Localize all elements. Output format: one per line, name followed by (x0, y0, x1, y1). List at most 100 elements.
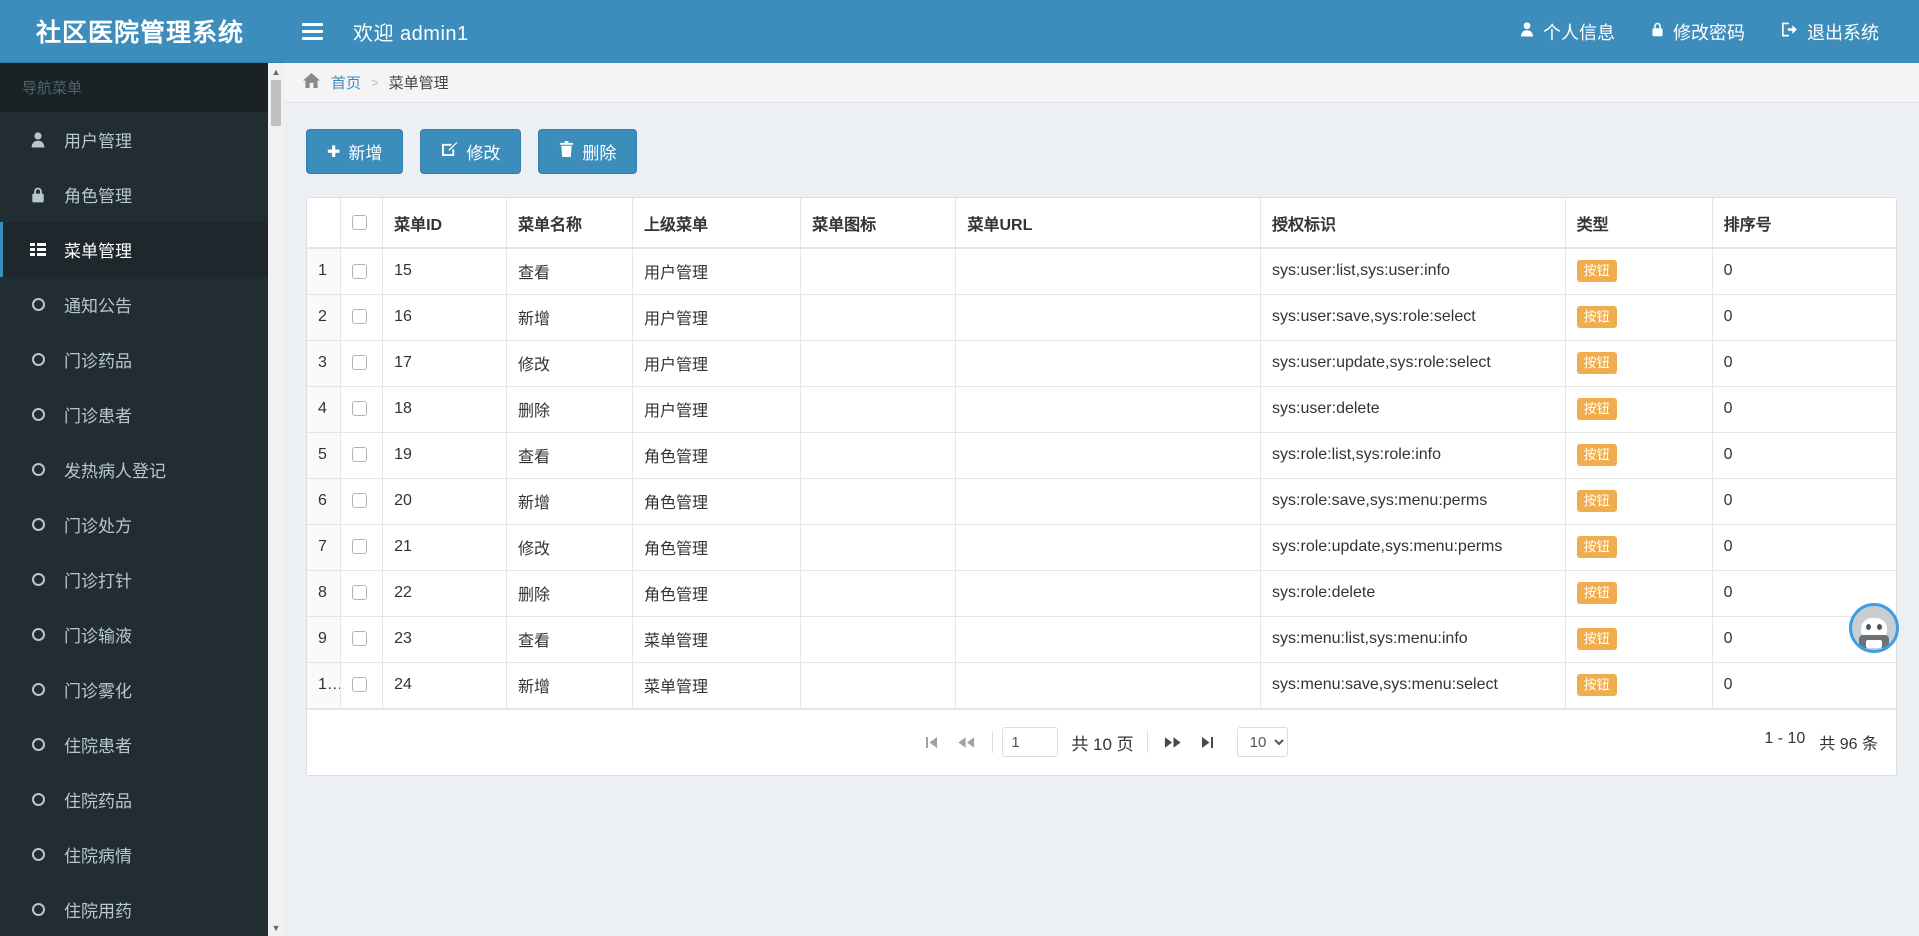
breadcrumb-home-link[interactable]: 首页 (331, 72, 361, 93)
cell-menu-id: 18 (382, 386, 508, 433)
table-row[interactable]: 9 23 查看 菜单管理 sys:menu:list,sys:menu:info 按钮 0 (307, 616, 1896, 663)
cell-menu-url (955, 478, 1262, 525)
sidebar-item-14[interactable]: 住院用药 (0, 882, 284, 936)
column-header-type[interactable]: 类型 (1565, 198, 1713, 249)
circle-icon (25, 793, 51, 806)
circle-icon (25, 903, 51, 916)
circle-icon (25, 408, 51, 421)
column-header-parent[interactable]: 上级菜单 (632, 198, 802, 249)
sidebar-item-6[interactable]: 发热病人登记 (0, 442, 284, 497)
row-number-cell: 10 (307, 662, 342, 709)
column-header-menu-icon[interactable]: 菜单图标 (800, 198, 957, 249)
table-row[interactable]: 8 22 删除 角色管理 sys:role:delete 按钮 0 (307, 570, 1896, 617)
scroll-down-icon[interactable]: ▼ (268, 919, 284, 936)
row-checkbox[interactable] (352, 263, 368, 279)
edit-button[interactable]: 修改 (420, 129, 522, 174)
sidebar-item-2[interactable]: 菜单管理 (0, 222, 284, 277)
circle-icon (25, 518, 51, 531)
cell-sort: 0 (1712, 432, 1896, 479)
table-row[interactable]: 3 17 修改 用户管理 sys:user:update,sys:role:select… (307, 340, 1896, 387)
add-button[interactable]: ✚ 新增 (306, 129, 404, 174)
cell-sort: 0 (1712, 524, 1896, 571)
scroll-up-icon[interactable]: ▲ (268, 63, 284, 80)
last-page-icon[interactable] (1191, 725, 1225, 759)
row-number-cell: 4 (307, 386, 342, 433)
sidebar-item-7[interactable]: 门诊处方 (0, 497, 284, 552)
sidebar-item-12[interactable]: 住院药品 (0, 772, 284, 827)
sidebar-item-3[interactable]: 通知公告 (0, 277, 284, 332)
total-pages-label: 共 10 页 (1071, 734, 1134, 754)
circle-icon (25, 738, 51, 751)
cell-parent-menu: 角色管理 (632, 478, 802, 525)
table-row[interactable]: 1 15 查看 用户管理 sys:user:list,sys:user:info 按钮 0 (307, 248, 1896, 295)
column-header-sort[interactable]: 排序号 (1712, 198, 1896, 249)
sidebar-item-label: 门诊打针 (64, 572, 132, 591)
cell-menu-icon (800, 248, 957, 295)
header-link-2[interactable]: 退出系统 (1763, 0, 1897, 63)
sidebar-item-10[interactable]: 门诊雾化 (0, 662, 284, 717)
page-number-input[interactable] (1002, 727, 1059, 757)
next-page-icon[interactable] (1157, 725, 1191, 759)
table-row[interactable]: 6 20 新增 角色管理 sys:role:save,sys:menu:perms 按钮 0 (307, 478, 1896, 525)
row-select-cell (340, 294, 384, 341)
select-all-checkbox[interactable] (352, 214, 368, 230)
cell-parent-menu: 用户管理 (632, 386, 802, 433)
table-row[interactable]: 5 19 查看 角色管理 sys:role:list,sys:role:info 按钮 0 (307, 432, 1896, 479)
sidebar-item-label: 门诊药品 (64, 352, 132, 371)
cell-menu-id: 21 (382, 524, 508, 571)
column-header-menu-url[interactable]: 菜单URL (955, 198, 1262, 249)
cell-menu-id: 16 (382, 294, 508, 341)
row-select-cell (340, 386, 384, 433)
sidebar-item-1[interactable]: 角色管理 (0, 167, 284, 222)
cell-menu-id: 24 (382, 662, 508, 709)
sidebar-item-5[interactable]: 门诊患者 (0, 387, 284, 442)
scrollbar-thumb[interactable] (271, 80, 281, 126)
delete-button[interactable]: 删除 (538, 129, 638, 174)
sidebar-item-label: 门诊输液 (64, 627, 132, 646)
cell-menu-name: 新增 (506, 294, 634, 341)
column-header-menu-id[interactable]: 菜单ID (382, 198, 508, 249)
sidebar-item-0[interactable]: 用户管理 (0, 112, 284, 167)
first-page-icon[interactable] (915, 725, 949, 759)
cell-menu-name: 新增 (506, 478, 634, 525)
sidebar-item-13[interactable]: 住院病情 (0, 827, 284, 882)
plus-icon: ✚ (327, 143, 341, 161)
sidebar-item-label: 住院病情 (64, 847, 132, 866)
row-select-cell (340, 570, 384, 617)
row-checkbox[interactable] (352, 493, 368, 509)
circle-icon (25, 298, 51, 311)
cell-menu-icon (800, 524, 957, 571)
sidebar-item-4[interactable]: 门诊药品 (0, 332, 284, 387)
table-row[interactable]: 7 21 修改 角色管理 sys:role:update,sys:menu:perms 按… (307, 524, 1896, 571)
header-link-0[interactable]: 个人信息 (1502, 0, 1633, 63)
sidebar-item-8[interactable]: 门诊打针 (0, 552, 284, 607)
cell-type: 按钮 (1565, 616, 1713, 663)
hamburger-icon[interactable] (284, 0, 340, 63)
table-row[interactable]: 4 18 删除 用户管理 sys:user:delete 按钮 0 (307, 386, 1896, 433)
row-checkbox[interactable] (352, 309, 368, 325)
sidebar-scrollbar[interactable]: ▲ ▼ (268, 63, 284, 936)
column-header-menu-name[interactable]: 菜单名称 (506, 198, 634, 249)
sidebar-item-11[interactable]: 住院患者 (0, 717, 284, 772)
row-checkbox[interactable] (352, 355, 368, 371)
row-checkbox[interactable] (352, 447, 368, 463)
row-checkbox[interactable] (352, 539, 368, 555)
prev-page-icon[interactable] (949, 725, 983, 759)
row-checkbox[interactable] (352, 631, 368, 647)
table-row[interactable]: 10 24 新增 菜单管理 sys:menu:save,sys:menu:select 按… (307, 662, 1896, 709)
cell-menu-name: 查看 (506, 616, 634, 663)
sidebar-item-9[interactable]: 门诊输液 (0, 607, 284, 662)
row-checkbox[interactable] (352, 677, 368, 693)
table-row[interactable]: 2 16 新增 用户管理 sys:user:save,sys:role:select 按钮… (307, 294, 1896, 341)
header-link-1[interactable]: 修改密码 (1633, 0, 1763, 63)
column-header-perms[interactable]: 授权标识 (1260, 198, 1566, 249)
robot-icon[interactable] (1849, 603, 1899, 653)
home-icon[interactable] (302, 72, 321, 94)
row-number-cell: 7 (307, 524, 342, 571)
record-range-label: 1 - 10 (1764, 730, 1806, 747)
row-checkbox[interactable] (352, 401, 368, 417)
page-size-select[interactable]: 10203050 (1236, 727, 1288, 757)
row-checkbox[interactable] (352, 585, 368, 601)
cell-parent-menu: 角色管理 (632, 570, 802, 617)
row-select-cell (340, 340, 384, 387)
